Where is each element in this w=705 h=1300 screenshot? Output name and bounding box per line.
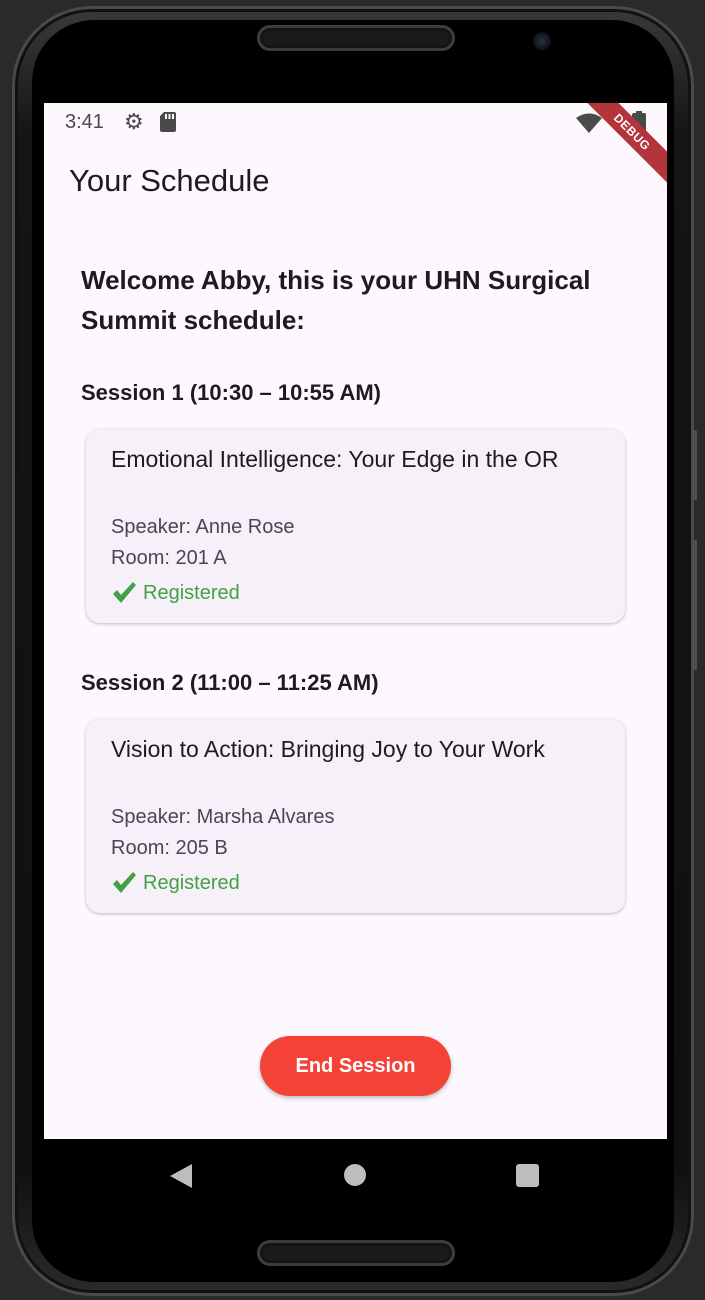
power-button [693, 540, 697, 670]
volume-button [693, 430, 697, 500]
registration-status: Registered [111, 581, 240, 605]
session-heading: Session 2 (11:00 – 11:25 AM) [81, 670, 379, 695]
app-screen: 3:41 ⚙ DEBUG Your Schedule Welcome Abby,… [44, 103, 667, 1139]
check-mark-icon [113, 872, 136, 893]
check-mark-icon [113, 582, 136, 603]
status-bar: 3:41 ⚙ [44, 103, 667, 141]
status-time: 3:41 [65, 111, 104, 133]
back-icon[interactable] [170, 1164, 192, 1188]
session-heading: Session 1 (10:30 – 10:55 AM) [81, 380, 381, 405]
registration-status-label: Registered [143, 871, 240, 894]
session-title: Vision to Action: Bringing Joy to Your W… [111, 736, 545, 762]
end-session-button[interactable]: End Session [260, 1036, 451, 1096]
session-speaker: Speaker: Marsha Alvares [111, 806, 335, 828]
session-room: Room: 205 B [111, 837, 228, 859]
session-speaker: Speaker: Anne Rose [111, 516, 295, 538]
session-card[interactable]: Vision to Action: Bringing Joy to Your W… [86, 719, 625, 913]
registration-status: Registered [111, 871, 240, 895]
session-card[interactable]: Emotional Intelligence: Your Edge in the… [86, 429, 625, 623]
wifi-icon [576, 113, 602, 133]
page-title: Your Schedule [69, 163, 270, 198]
session-room: Room: 201 A [111, 547, 227, 569]
gear-icon: ⚙ [124, 109, 144, 134]
sd-card-icon [160, 112, 176, 132]
registration-status-label: Registered [143, 581, 240, 604]
earpiece-speaker [257, 25, 455, 51]
front-camera [533, 32, 551, 50]
recents-icon[interactable] [516, 1164, 539, 1187]
welcome-message: Welcome Abby, this is your UHN Surgical … [81, 265, 591, 335]
system-navigation-bar [44, 1139, 667, 1212]
session-title: Emotional Intelligence: Your Edge in the… [111, 446, 559, 472]
bottom-speaker [257, 1240, 455, 1266]
home-icon[interactable] [344, 1164, 366, 1186]
